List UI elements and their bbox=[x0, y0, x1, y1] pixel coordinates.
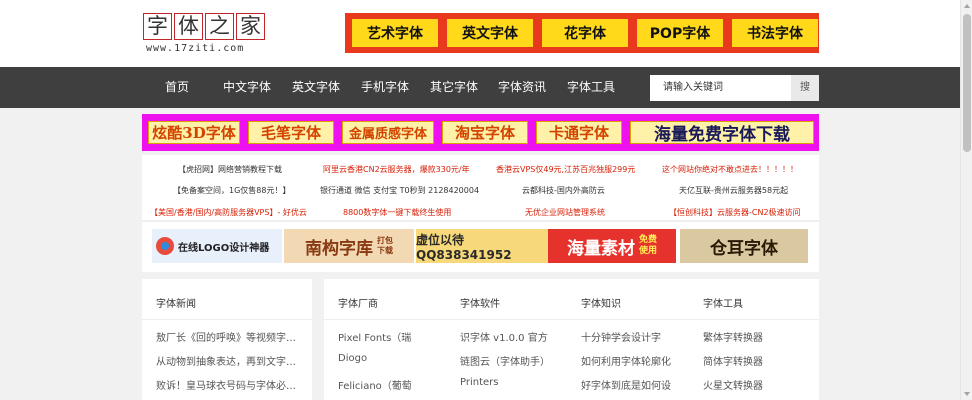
nav-home[interactable]: 首页 bbox=[165, 67, 189, 108]
logo-characters: 字 体 之 家 bbox=[143, 13, 267, 40]
tool-item[interactable]: 火星文转换器 bbox=[703, 377, 813, 392]
text-ad[interactable]: 【免备案空间，1G仅售88元！】 bbox=[173, 185, 290, 196]
ad-nangou-label: 南构字库 bbox=[305, 238, 373, 259]
ad-cangxie-font[interactable]: 仓耳字体 bbox=[680, 229, 808, 263]
software-item[interactable]: 链图云（字体助手） bbox=[460, 353, 572, 368]
news-item[interactable]: 从动物到抽象表达，再到文字… bbox=[156, 353, 306, 368]
column-title-vendors: 字体厂商 bbox=[338, 299, 378, 310]
ad-haisu-sub-1: 免费 bbox=[638, 235, 657, 245]
ad-haisu-label: 海量素材 bbox=[566, 238, 635, 259]
news-item[interactable]: 败诉！皇马球衣号码与字体必… bbox=[156, 377, 306, 392]
font-news-title: 字体新闻 bbox=[156, 299, 196, 310]
logo-char: 家 bbox=[236, 13, 265, 40]
tag-art-font[interactable]: 艺术字体 bbox=[352, 19, 438, 47]
banner-3d-fonts[interactable]: 炫酷3D字体 bbox=[148, 121, 240, 144]
font-category-banner: 炫酷3D字体 毛笔字体 金属质感字体 淘宝字体 卡通字体 海量免费字体下载 bbox=[142, 114, 819, 151]
nav-font-news[interactable]: 字体资讯 bbox=[498, 67, 546, 108]
tag-pop-font[interactable]: POP字体 bbox=[637, 19, 723, 47]
scrollbar-thumb[interactable] bbox=[963, 14, 971, 152]
ad-massive-materials[interactable]: 海量素材 免费 使用 bbox=[548, 229, 676, 263]
search-input[interactable]: 请输入关键词 bbox=[650, 75, 791, 101]
ad-haisu-sub-2: 使用 bbox=[638, 246, 657, 256]
divider bbox=[142, 319, 312, 320]
page: 字 体 之 家 www.17ziti.com 艺术字体 英文字体 花字体 POP… bbox=[0, 0, 960, 400]
tag-english-font[interactable]: 英文字体 bbox=[447, 19, 533, 47]
text-ad[interactable]: 这个网站你绝对不敢点进去！！！！！ bbox=[662, 164, 798, 175]
divider bbox=[324, 319, 819, 320]
ad-nangou-sub-1: 打包 bbox=[377, 236, 393, 245]
text-ad[interactable]: 【美国/香港/国内/高防服务器VPS】- 好优云 bbox=[150, 207, 307, 218]
header: 字 体 之 家 www.17ziti.com 艺术字体 英文字体 花字体 POP… bbox=[0, 0, 960, 67]
text-ad[interactable]: 阿里云香港CN2云服务器，爆款330元/年 bbox=[323, 164, 470, 175]
knowledge-item[interactable]: 十分钟学会设计字 bbox=[581, 329, 693, 344]
ad-nangou-sub: 打包 下载 bbox=[377, 236, 393, 256]
font-directory-box: 字体厂商 字体软件 字体知识 字体工具 Pixel Fonts（瑞 Diogo … bbox=[324, 279, 819, 400]
text-ad[interactable]: 【恒创科技】云服务器-CN2极速访问 bbox=[669, 207, 801, 218]
column-title-software: 字体软件 bbox=[460, 299, 500, 310]
scroll-up-arrow-icon[interactable] bbox=[964, 4, 970, 8]
tool-item[interactable]: 简体字转换器 bbox=[703, 353, 813, 368]
banner-taobao-fonts[interactable]: 淘宝字体 bbox=[442, 121, 528, 144]
column-title-tools: 字体工具 bbox=[703, 299, 743, 310]
logo-url: www.17ziti.com bbox=[146, 43, 245, 54]
top-category-tags: 艺术字体 英文字体 花字体 POP字体 书法字体 bbox=[345, 13, 819, 53]
knowledge-item[interactable]: 如何利用字体轮廓化 bbox=[581, 353, 693, 368]
logo-char: 之 bbox=[205, 13, 234, 40]
text-ad[interactable]: 无优企业网站管理系统 bbox=[525, 207, 605, 218]
scroll-down-arrow-icon[interactable] bbox=[964, 392, 970, 396]
search-button[interactable]: 搜 bbox=[791, 75, 819, 101]
text-ad-grid: 【虎招网】网络营销教程下载 阿里云香港CN2云服务器，爆款330元/年 香港云V… bbox=[142, 155, 819, 221]
image-ad-row: 在线LOGO设计神器 南构字库 打包 下载 虚位以待 QQ838341952 海… bbox=[142, 222, 819, 272]
software-item[interactable]: Printers bbox=[460, 377, 572, 388]
nav-english-fonts[interactable]: 英文字体 bbox=[292, 67, 340, 108]
ad-logo-maker-label: 在线LOGO设计神器 bbox=[178, 242, 270, 254]
tool-item[interactable]: 繁体字转换器 bbox=[703, 329, 813, 344]
vendor-item[interactable]: Pixel Fonts（瑞 bbox=[338, 329, 448, 344]
ad-nangou-sub-2: 下载 bbox=[377, 246, 393, 255]
vertical-scrollbar[interactable] bbox=[960, 0, 972, 400]
vendor-item[interactable]: Diogo bbox=[338, 353, 448, 364]
tag-calligraphy-font[interactable]: 书法字体 bbox=[732, 19, 818, 47]
main-nav: 首页 中文字体 英文字体 手机字体 其它字体 字体资讯 字体工具 请输入关键词 … bbox=[0, 67, 960, 108]
banner-free-download[interactable]: 海量免费字体下载 bbox=[630, 121, 814, 145]
software-item[interactable]: 识字体 v1.0.0 官方 bbox=[460, 329, 572, 344]
text-ad[interactable]: 银行通道 微信 支付宝 T0秒到 2128420004 bbox=[320, 185, 479, 196]
column-title-knowledge: 字体知识 bbox=[581, 299, 621, 310]
text-ad[interactable]: 8800数字体一键下载终生使用 bbox=[343, 207, 451, 218]
logo-maker-icon bbox=[156, 237, 174, 255]
text-ad[interactable]: 香港云VPS仅49元,江苏百兆独服299元 bbox=[496, 164, 635, 175]
text-ad[interactable]: 云都科技-国内外高防云 bbox=[522, 185, 605, 196]
vendor-item[interactable]: Feliciano（葡萄 bbox=[338, 377, 448, 392]
text-ad[interactable]: 【虎招网】网络营销教程下载 bbox=[178, 164, 282, 175]
banner-cartoon-fonts[interactable]: 卡通字体 bbox=[536, 121, 622, 144]
text-ad[interactable]: 天亿互联-贵州云服务器58元起 bbox=[679, 185, 788, 196]
ad-logo-maker[interactable]: 在线LOGO设计神器 bbox=[152, 229, 282, 263]
ad-haisu-sub: 免费 使用 bbox=[639, 235, 657, 257]
site-logo[interactable]: 字 体 之 家 www.17ziti.com bbox=[143, 13, 267, 55]
nav-font-tools[interactable]: 字体工具 bbox=[567, 67, 615, 108]
news-item[interactable]: 敖厂长《回的呼唤》等视频字… bbox=[156, 329, 306, 344]
nav-other-fonts[interactable]: 其它字体 bbox=[430, 67, 478, 108]
nav-mobile-fonts[interactable]: 手机字体 bbox=[361, 67, 409, 108]
nav-chinese-fonts[interactable]: 中文字体 bbox=[223, 67, 271, 108]
tag-flower-font[interactable]: 花字体 bbox=[542, 19, 628, 47]
ad-vacancy[interactable]: 虚位以待 QQ838341952 bbox=[416, 229, 548, 263]
banner-metal-fonts[interactable]: 金属质感字体 bbox=[342, 121, 434, 144]
font-news-box: 字体新闻 敖厂长《回的呼唤》等视频字… 从动物到抽象表达，再到文字… 败诉！皇马… bbox=[142, 279, 312, 400]
logo-char: 体 bbox=[174, 13, 203, 40]
knowledge-item[interactable]: 好字体到底是如何设 bbox=[581, 377, 693, 392]
logo-char: 字 bbox=[143, 13, 172, 40]
ad-nangou-font[interactable]: 南构字库 打包 下载 bbox=[284, 229, 414, 263]
banner-brush-fonts[interactable]: 毛笔字体 bbox=[248, 121, 334, 144]
